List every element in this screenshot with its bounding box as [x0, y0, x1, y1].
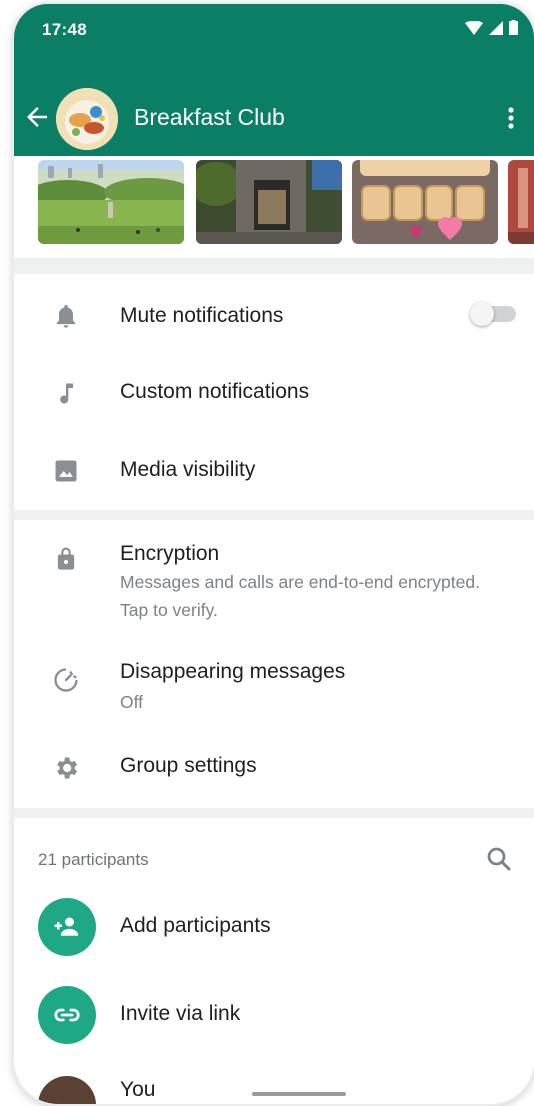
- music-note-icon: [60, 383, 73, 404]
- add-person-icon: [54, 917, 79, 936]
- media-thumb-building[interactable]: [196, 160, 342, 244]
- link-icon: [54, 1008, 80, 1022]
- wifi-icon: [465, 20, 483, 35]
- mute-notifications-label: Mute notifications: [120, 304, 284, 327]
- back-arrow-icon[interactable]: [22, 102, 52, 132]
- group-title[interactable]: Breakfast Club: [134, 104, 285, 131]
- custom-notifications-label: Custom notifications: [120, 380, 310, 403]
- custom-notifications-row[interactable]: Custom notifications: [14, 364, 534, 426]
- participant-name-you: You: [120, 1078, 156, 1101]
- group-avatar[interactable]: [56, 88, 118, 150]
- disappearing-messages-row[interactable]: Disappearing messages Off: [14, 646, 534, 722]
- group-avatar-image: [56, 88, 118, 150]
- mute-notifications-row[interactable]: Mute notifications: [14, 288, 534, 350]
- home-indicator: [252, 1092, 346, 1096]
- mute-toggle[interactable]: [470, 302, 516, 326]
- add-participant-avatar: [38, 898, 96, 956]
- cell-signal-icon: [489, 20, 503, 35]
- lock-icon: [57, 547, 75, 570]
- group-settings-label: Group settings: [120, 754, 257, 777]
- group-settings-row[interactable]: Group settings: [14, 738, 534, 800]
- add-participants-row[interactable]: Add participants: [14, 892, 534, 966]
- disappearing-messages-label: Disappearing messages: [120, 660, 346, 683]
- media-visibility-label: Media visibility: [120, 458, 256, 481]
- toggle-knob: [470, 302, 494, 326]
- park-image: [38, 160, 184, 244]
- encryption-label: Encryption: [120, 542, 220, 565]
- participants-count: 21 participants: [38, 850, 149, 869]
- media-thumb-partial[interactable]: [508, 160, 534, 244]
- phone-frame: 17:48 Breakfast Club Mute notifications …: [14, 4, 534, 1104]
- participant-avatar-you: [38, 1076, 96, 1104]
- invite-link-avatar: [38, 986, 96, 1044]
- bake-sale-image: [352, 160, 498, 244]
- participant-row-you[interactable]: You: [14, 1070, 534, 1104]
- invite-via-link-label: Invite via link: [120, 1002, 241, 1025]
- bell-icon: [56, 304, 76, 328]
- disappearing-messages-status: Off: [120, 692, 144, 712]
- image-icon: [55, 460, 77, 482]
- security-section: Encryption Messages and calls are end-to…: [14, 520, 534, 808]
- building-image: [196, 160, 342, 244]
- gear-icon: [57, 757, 78, 779]
- timer-icon: [54, 668, 78, 692]
- encryption-row[interactable]: Encryption Messages and calls are end-to…: [14, 530, 534, 630]
- more-options-icon[interactable]: [498, 102, 524, 134]
- status-icons: [465, 20, 518, 35]
- search-icon[interactable]: [484, 844, 514, 874]
- media-thumb-park[interactable]: [38, 160, 184, 244]
- battery-icon: [509, 20, 518, 35]
- media-strip: [14, 156, 534, 258]
- encryption-description: Messages and calls are end-to-end encryp…: [120, 572, 480, 620]
- add-participants-label: Add participants: [120, 914, 271, 937]
- partial-image: [508, 160, 534, 244]
- app-bar: 17:48 Breakfast Club: [14, 4, 534, 156]
- status-time: 17:48: [42, 20, 87, 39]
- media-visibility-row[interactable]: Media visibility: [14, 440, 534, 502]
- media-thumb-bake-sale[interactable]: [352, 160, 498, 244]
- participants-section: 21 participants Add participants Invite: [14, 818, 534, 1104]
- notifications-section: Mute notifications Custom notifications …: [14, 274, 534, 510]
- invite-via-link-row[interactable]: Invite via link: [14, 980, 534, 1054]
